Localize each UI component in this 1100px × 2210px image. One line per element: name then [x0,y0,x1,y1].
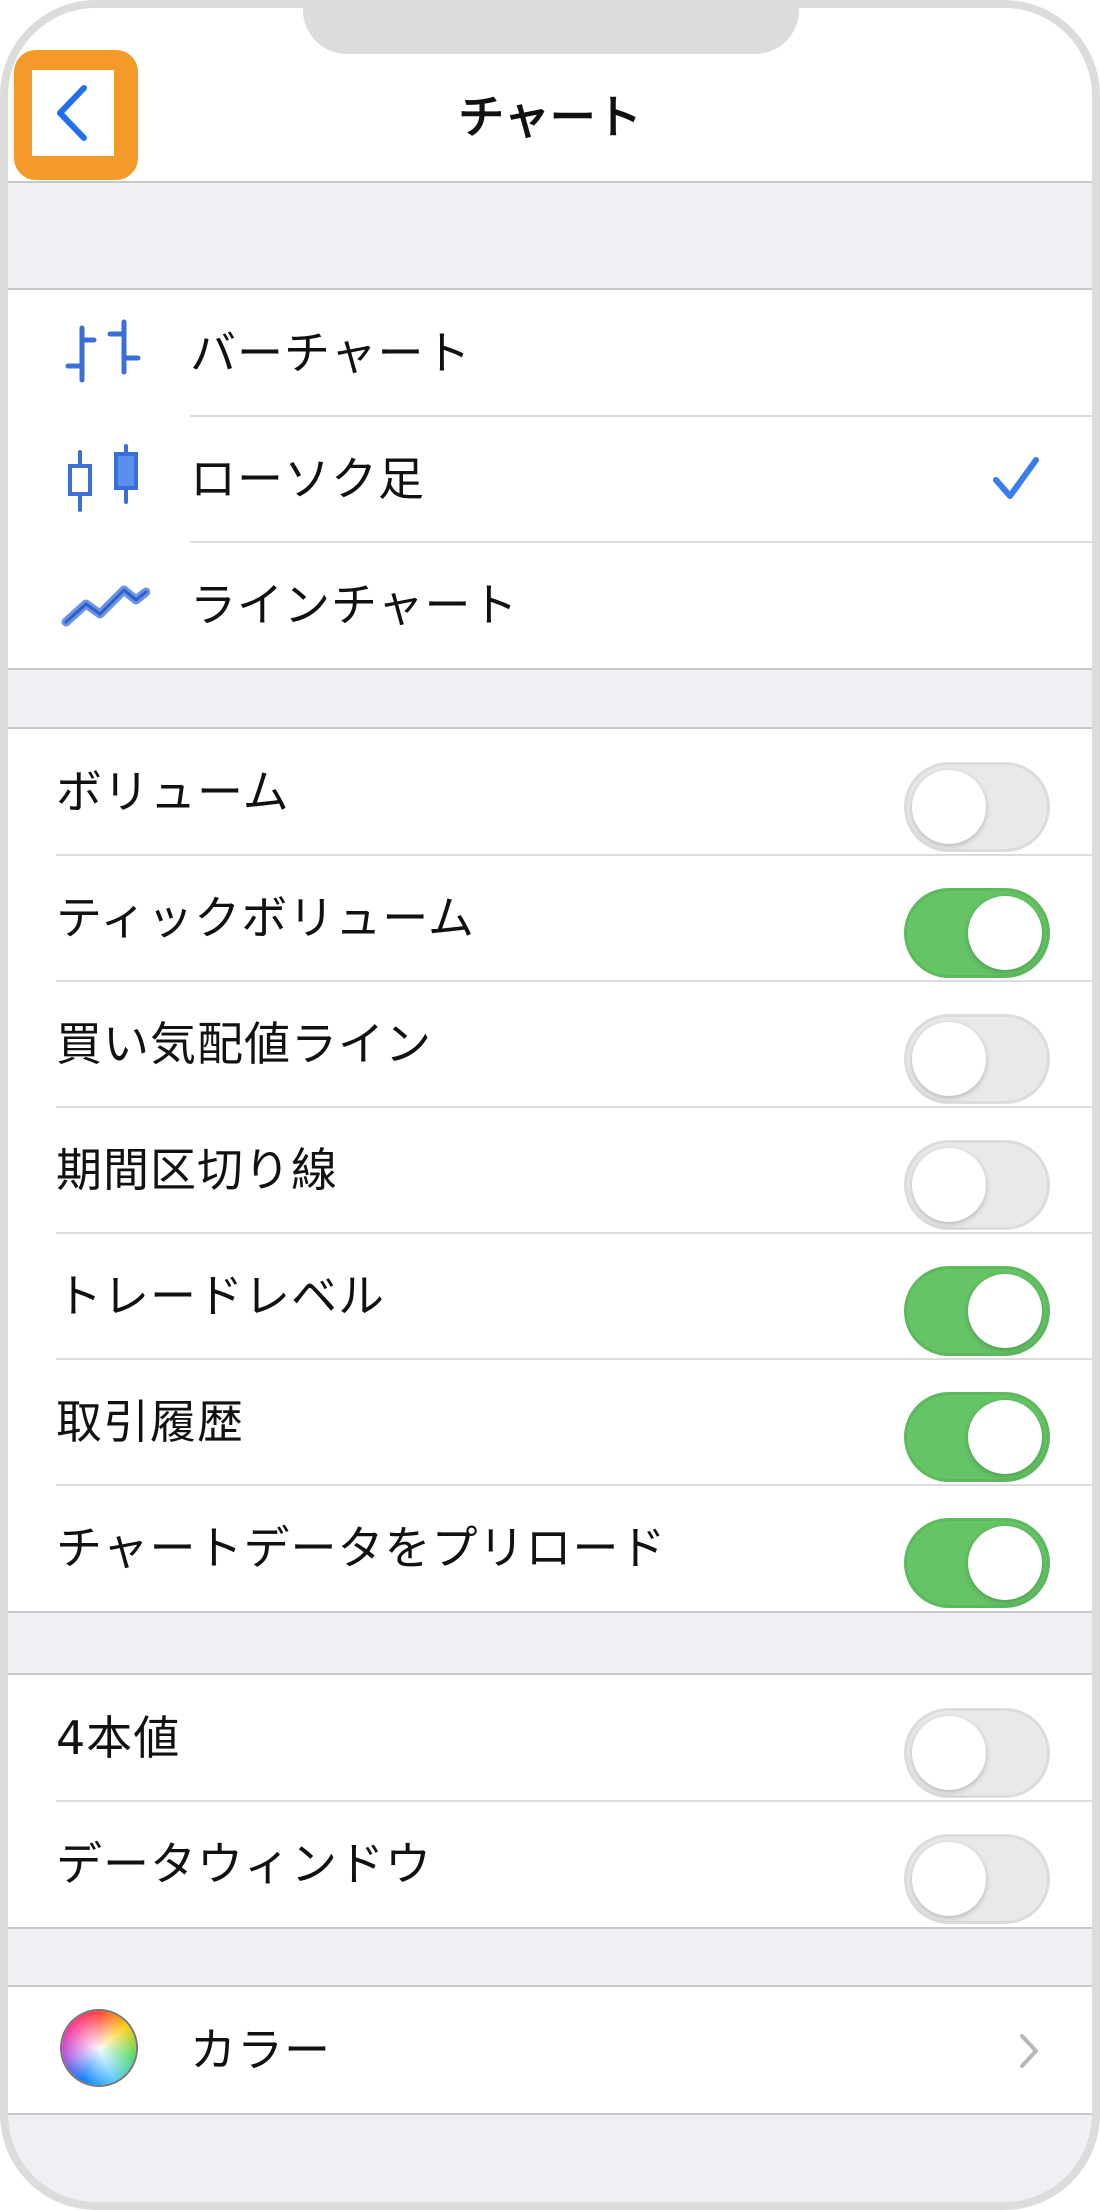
chart-type-bar[interactable]: バーチャート [8,290,1092,417]
color-settings-item[interactable]: カラー [8,1987,1092,2113]
toggle-knob [968,896,1042,970]
back-button-highlight[interactable] [32,70,114,156]
toggle-knob [912,1842,986,1916]
chevron-right-icon [1020,2034,1038,2068]
option-preload-chart-data: チャートデータをプリロード [8,1485,1092,1611]
preload-chart-data-toggle[interactable] [904,1518,1050,1608]
device-notch [303,8,799,54]
trade-levels-toggle[interactable] [904,1266,1050,1356]
option-ohlc: 4本値 [8,1675,1092,1802]
bar-chart-icon [65,319,141,383]
line-chart-icon [61,585,150,627]
chart-type-candlestick[interactable]: ローソク足 [8,416,1092,543]
back-button[interactable] [14,50,138,180]
tick-volume-toggle[interactable] [904,888,1050,978]
period-separators-toggle[interactable] [904,1140,1050,1230]
option-tick-volume: ティックボリューム [8,855,1092,982]
navigation-bar: チャート [8,8,1092,183]
toggle-knob [912,1148,986,1222]
option-label: ボリューム [56,765,290,819]
ohlc-toggle[interactable] [904,1708,1050,1798]
chevron-left-icon [57,85,87,141]
chart-type-label: ラインチャート [190,578,519,632]
extra-options-group: 4本値 データウィンドウ [8,1673,1092,1929]
option-label: ティックボリューム [56,891,475,945]
option-label: 期間区切り線 [56,1143,338,1197]
option-period-separators: 期間区切り線 [8,1107,1092,1234]
color-label: カラー [190,2023,331,2077]
chart-type-line[interactable]: ラインチャート [8,542,1092,668]
ask-line-toggle[interactable] [904,1014,1050,1104]
toggle-knob [968,1400,1042,1474]
toggle-knob [912,1022,986,1096]
option-trade-levels: トレードレベル [8,1233,1092,1360]
color-group: カラー [8,1985,1092,2115]
toggle-knob [912,1716,986,1790]
checkmark-icon [993,457,1039,499]
option-trade-history: 取引履歴 [8,1359,1092,1486]
option-label: トレードレベル [56,1269,385,1323]
display-options-group: ボリューム ティックボリューム 買い気配値ライン 期間区切り線 トレードレベル … [8,727,1092,1613]
chart-type-label: バーチャート [190,326,472,380]
toggle-knob [912,770,986,844]
option-label: 4本値 [56,1711,181,1765]
option-ask-line: 買い気配値ライン [8,981,1092,1108]
option-data-window: データウィンドウ [8,1801,1092,1927]
option-label: 買い気配値ライン [56,1017,432,1071]
option-volume: ボリューム [8,729,1092,856]
section-spacer [8,183,1092,288]
chart-type-label: ローソク足 [190,452,425,506]
toggle-knob [968,1274,1042,1348]
color-wheel-icon [62,2011,136,2085]
page-title: チャート [458,90,642,144]
option-label: 取引履歴 [56,1395,244,1449]
chart-type-group: バーチャート ローソク足 ラインチャート [8,288,1092,670]
toggle-knob [968,1526,1042,1600]
data-window-toggle[interactable] [904,1834,1050,1924]
option-label: チャートデータをプリロード [56,1521,667,1575]
volume-toggle[interactable] [904,762,1050,852]
option-label: データウィンドウ [56,1837,432,1891]
trade-history-toggle[interactable] [904,1392,1050,1482]
candlestick-icon [68,444,138,512]
phone-frame: チャート バーチャート ローソク足 ラインチャート ボリューム ティックボリュー… [0,0,1100,2210]
